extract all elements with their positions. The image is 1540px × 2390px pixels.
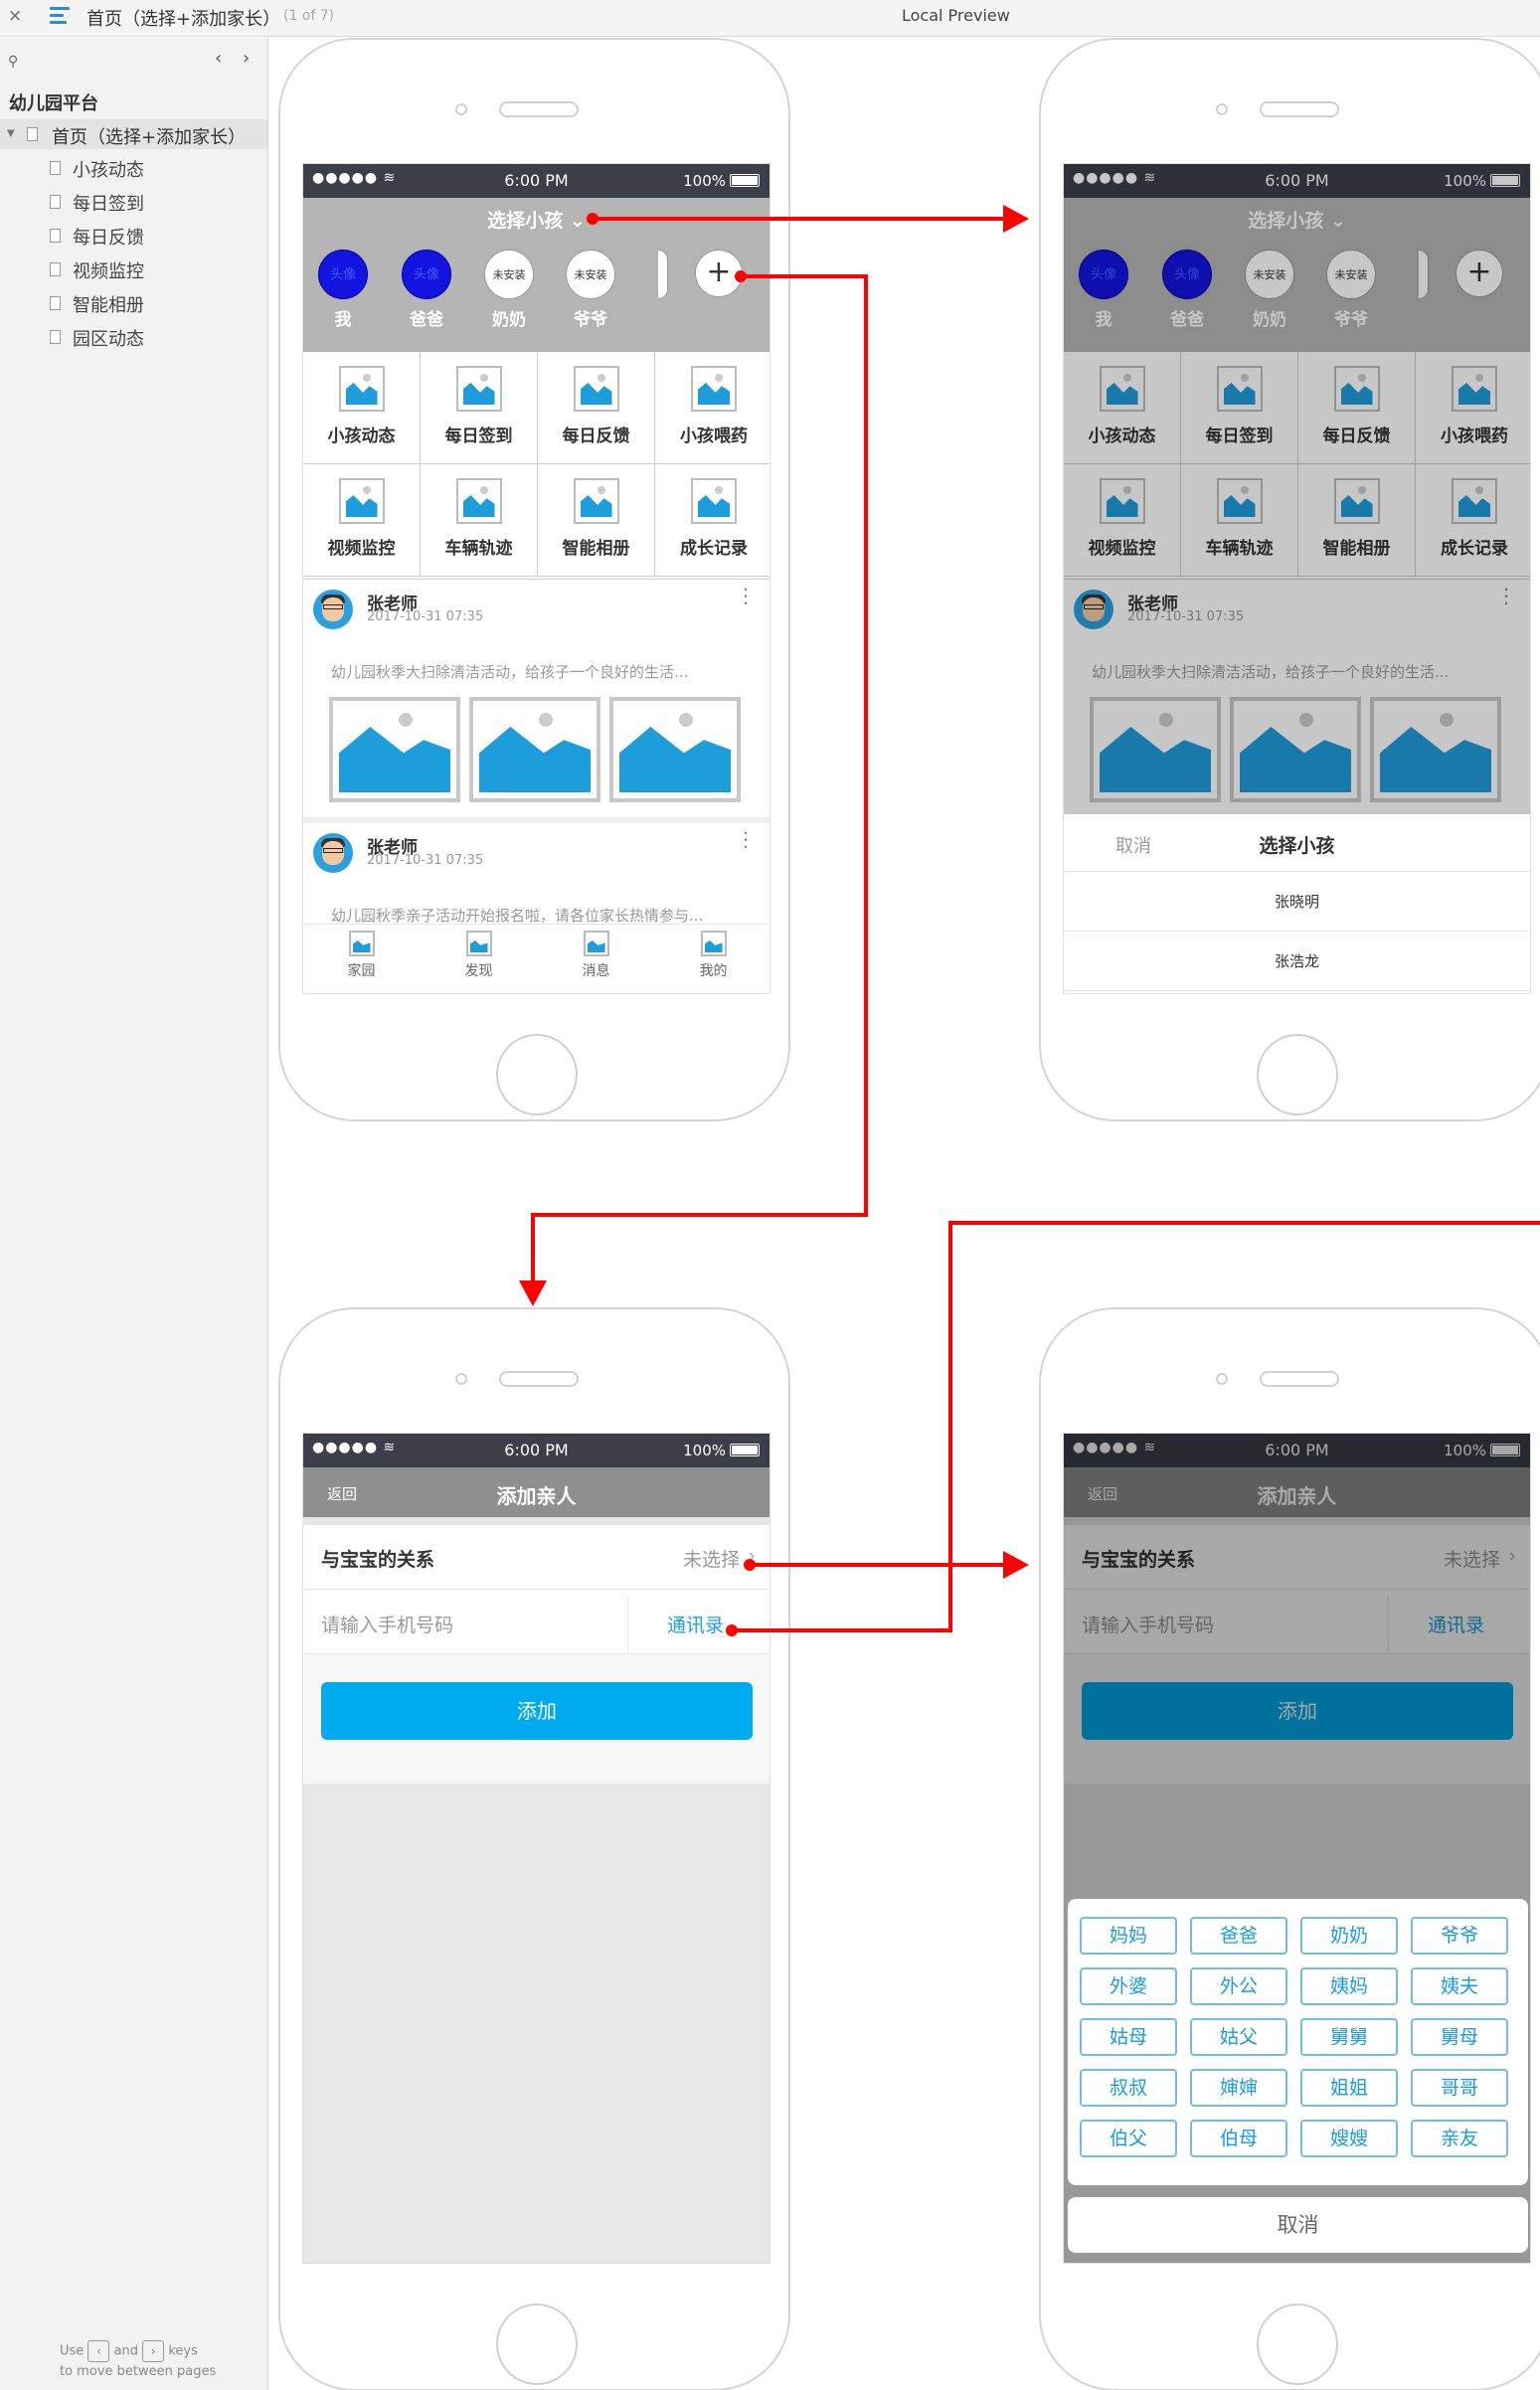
sidebar-item-label: 园区动态	[73, 329, 144, 350]
right-key-icon: ›	[142, 2340, 165, 2362]
sidebar-item-label: 小孩动态	[73, 160, 144, 181]
page-icon	[50, 330, 61, 344]
search-icon[interactable]: ⚲	[8, 54, 18, 70]
sidebar-item-label: 每日反馈	[73, 228, 144, 249]
page-count: (1 of 7)	[283, 8, 335, 24]
arrow-add-family	[531, 274, 868, 1290]
page-icon	[50, 262, 61, 276]
preview-label: Local Preview	[902, 6, 1010, 25]
hint-keys: keys	[168, 2343, 198, 2359]
sidebar-item[interactable]: 每日签到	[0, 185, 267, 219]
arrow-dot	[587, 213, 599, 225]
hint-and: and	[113, 2343, 139, 2359]
prototype-canvas: ●●●●● ≋ 6:00 PM 100% 选择小孩 ⌄ 头像我 头像 爸爸 未安装…	[269, 38, 1540, 2390]
page-icon	[50, 229, 61, 243]
project-title: 幼儿园平台	[9, 93, 98, 114]
sidebar: ⚲ ‹ › 幼儿园平台 ▼ 首页（选择+添加家长） 小孩动态 每日签到 每日反馈…	[0, 38, 268, 2390]
arrow-dot	[735, 270, 747, 282]
expand-icon[interactable]: ▼	[7, 128, 15, 139]
sidebar-item[interactable]: 视频监控	[0, 253, 267, 286]
hint-use: Use	[60, 2343, 85, 2359]
next-page-button[interactable]: ›	[243, 48, 250, 69]
sidebar-item-label: 首页（选择+添加家长）	[52, 127, 247, 148]
arrowhead	[519, 1280, 547, 1306]
page-title: 首页（选择+添加家长）	[86, 9, 281, 30]
page-icon	[50, 296, 61, 310]
sidebar-item-label: 智能相册	[73, 295, 144, 316]
page-icon	[50, 195, 61, 209]
sidebar-page-list: 小孩动态 每日签到 每日反馈 视频监控 智能相册 园区动态	[0, 151, 267, 354]
arrow-dot	[726, 1624, 738, 1636]
keyboard-hint: Use ‹ and › keys to move between pages	[60, 2340, 258, 2382]
sidebar-item-label: 每日签到	[73, 194, 144, 215]
left-key-icon: ‹	[87, 2340, 110, 2362]
top-bar: × 首页（选择+添加家长） (1 of 7) Local Preview	[0, 0, 1540, 37]
page-icon	[27, 127, 38, 141]
close-icon[interactable]: ×	[8, 6, 22, 26]
flow-arrows	[519, 205, 1540, 1636]
arrowhead	[1003, 1551, 1029, 1579]
arrow-dot	[744, 1559, 756, 1571]
sidebar-item[interactable]: 园区动态	[0, 320, 267, 354]
sidebar-item[interactable]: 小孩动态	[0, 151, 267, 185]
sidebar-item[interactable]: 每日反馈	[0, 219, 267, 253]
arrow-contacts	[732, 1221, 1540, 1632]
hint-line2: to move between pages	[60, 2364, 217, 2379]
page-icon	[50, 161, 61, 175]
arrowhead	[1003, 205, 1029, 233]
sidebar-item-home[interactable]: ▼ 首页（选择+添加家长）	[0, 119, 267, 149]
sidebar-item[interactable]: 智能相册	[0, 286, 267, 320]
sidebar-item-label: 视频监控	[73, 261, 144, 282]
menu-icon[interactable]	[50, 7, 70, 27]
prev-page-button[interactable]: ‹	[215, 48, 222, 69]
